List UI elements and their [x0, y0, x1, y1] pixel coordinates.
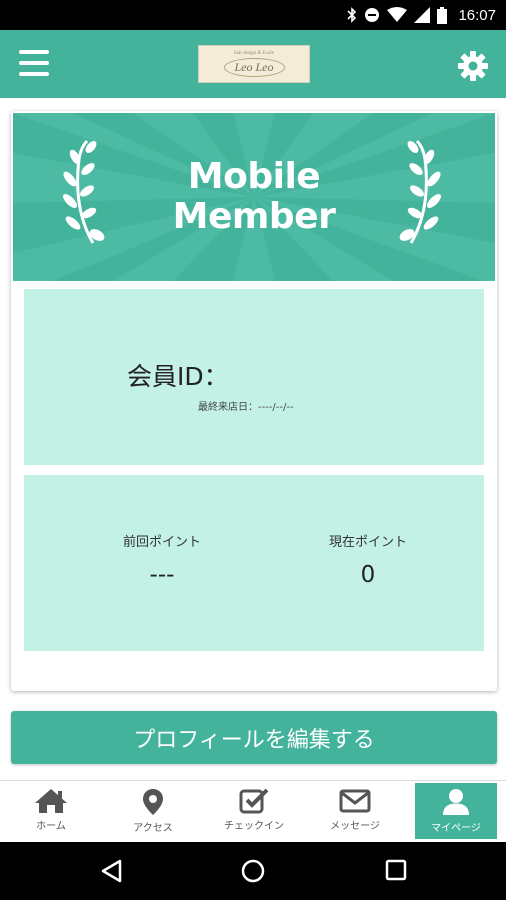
nav-access[interactable]: アクセス — [112, 783, 194, 839]
member-id-label: 会員ID： — [127, 362, 229, 391]
banner-title: Mobile Member — [13, 157, 495, 237]
battery-icon — [437, 6, 448, 24]
nav-checkin-label: チェックイン — [224, 821, 284, 832]
nav-mypage[interactable]: マイページ — [415, 783, 497, 839]
status-time: 16:07 — [458, 6, 496, 24]
home-circle-icon[interactable] — [241, 859, 265, 883]
last-visit-date: 最終来店日：----/--/-- — [198, 402, 294, 413]
nav-access-label: アクセス — [133, 823, 173, 834]
bottom-nav: ホーム アクセス チェックイン メッセージ マイページ — [0, 780, 506, 842]
nav-message[interactable]: メッセージ — [314, 783, 396, 839]
mobile-member-banner: Mobile Member — [13, 113, 495, 281]
mail-icon — [339, 789, 371, 813]
current-points-label: 現在ポイント — [328, 535, 407, 550]
back-icon[interactable] — [100, 859, 122, 883]
previous-points: 前回ポイント --- — [62, 531, 262, 588]
system-nav-bar — [0, 842, 506, 900]
app-bar: hair design & Ecole Leo Leo — [0, 30, 506, 98]
gear-icon[interactable] — [457, 50, 489, 82]
recents-icon[interactable] — [385, 859, 407, 881]
nav-message-label: メッセージ — [330, 821, 380, 832]
previous-points-value: --- — [149, 562, 175, 588]
edit-profile-button[interactable]: プロフィールを編集する — [11, 711, 497, 764]
do-not-disturb-icon — [365, 8, 380, 22]
user-icon — [443, 789, 469, 815]
banner-title-line2: Member — [172, 196, 336, 237]
logo: hair design & Ecole Leo Leo — [198, 45, 310, 83]
wifi-icon — [387, 7, 408, 22]
nav-home[interactable]: ホーム — [10, 783, 92, 839]
member-id-panel: 会員ID： 最終来店日：----/--/-- — [24, 289, 484, 465]
logo-text: Leo Leo — [223, 58, 285, 77]
points-panel: 前回ポイント --- 現在ポイント 0 — [24, 475, 484, 651]
map-pin-icon — [143, 789, 163, 815]
bluetooth-icon — [347, 7, 357, 23]
status-bar: 16:07 — [0, 0, 506, 30]
cellular-icon — [414, 7, 431, 23]
nav-mypage-label: マイページ — [431, 823, 481, 834]
status-icons: 16:07 — [347, 0, 496, 30]
current-points-value: 0 — [360, 562, 376, 588]
current-points: 現在ポイント 0 — [268, 531, 468, 588]
nav-checkin[interactable]: チェックイン — [213, 783, 295, 839]
logo-tagline: hair design & Ecole — [234, 51, 274, 56]
home-icon — [35, 789, 67, 813]
member-card: Mobile Member 会員ID： 最終来店日：----/--/-- 前回ポ… — [11, 111, 497, 691]
checkbox-icon — [239, 788, 269, 814]
nav-home-label: ホーム — [36, 821, 66, 832]
previous-points-label: 前回ポイント — [122, 535, 201, 550]
hamburger-menu-icon[interactable] — [19, 50, 49, 76]
banner-title-line1: Mobile — [187, 156, 321, 197]
